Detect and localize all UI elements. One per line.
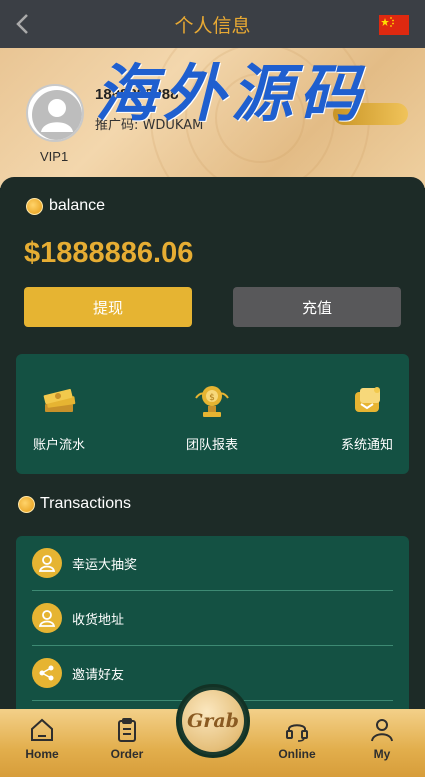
quick-action-label: 系统通知 <box>340 438 393 453</box>
quick-action-label: 团队报表 <box>185 438 238 453</box>
watermark-text: 海外源码 <box>95 57 368 130</box>
tab-my[interactable]: My <box>347 717 417 761</box>
tab-online[interactable]: Online <box>262 717 332 761</box>
grab-label: Grab <box>187 710 239 732</box>
tab-label: Order <box>110 747 144 761</box>
grab-button[interactable]: Grab <box>176 684 250 758</box>
coin-icon <box>26 197 43 215</box>
money-stack-icon <box>43 388 76 412</box>
top-bar: 个人信息 <box>0 0 425 48</box>
user-icon <box>32 548 62 578</box>
quick-action-label: 账户流水 <box>32 438 85 453</box>
quick-actions-panel: 账户流水 $ 团队报表 系统通知 <box>16 354 409 474</box>
recharge-button[interactable]: 充值 <box>233 287 401 327</box>
avatar-person-icon <box>32 90 82 140</box>
vip-level: VIP1 <box>40 149 69 164</box>
tab-label: Home <box>25 747 59 761</box>
transactions-label: Transactions <box>40 495 131 512</box>
list-item-label: 幸运大抽奖 <box>72 557 138 573</box>
coin-icon <box>18 495 35 513</box>
chevron-left-icon[interactable] <box>10 9 36 39</box>
balance-amount: $1888886.06 <box>24 237 194 269</box>
headset-icon <box>286 724 308 742</box>
tab-label: Online <box>278 747 316 761</box>
quick-action-team-report[interactable]: $ 团队报表 <box>162 382 262 453</box>
list-item-label: 收货地址 <box>72 612 125 628</box>
balance-label-row: balance <box>26 197 105 215</box>
person-icon <box>371 719 393 742</box>
tab-home[interactable]: Home <box>7 717 77 761</box>
quick-action-account-statement[interactable]: 账户流水 <box>9 382 109 453</box>
clipboard-icon <box>118 718 136 742</box>
svg-text:$: $ <box>209 393 215 403</box>
list-item-shipping-address[interactable]: 收货地址 <box>32 591 393 646</box>
share-icon <box>32 658 62 688</box>
china-flag-icon[interactable] <box>379 15 409 35</box>
withdraw-button[interactable]: 提现 <box>24 287 192 327</box>
page-title: 个人信息 <box>174 14 251 37</box>
avatar[interactable] <box>26 84 84 142</box>
tab-order[interactable]: Order <box>92 717 162 761</box>
quick-action-system-notice[interactable]: 系统通知 <box>317 382 417 453</box>
user-icon <box>32 603 62 633</box>
transactions-label-row: Transactions <box>18 495 131 513</box>
notification-icon <box>355 387 380 412</box>
team-trophy-icon: $ <box>195 386 229 417</box>
home-icon <box>31 718 53 741</box>
list-item-lucky-draw[interactable]: 幸运大抽奖 <box>32 536 393 591</box>
grab-button-face: Grab <box>182 690 244 752</box>
tab-label: My <box>373 747 391 761</box>
balance-label: balance <box>49 197 106 214</box>
list-item-label: 邀请好友 <box>72 667 125 683</box>
profile-header: VIP1 1888888888 推广码: WDUKAM 海外源码 <box>0 48 425 188</box>
